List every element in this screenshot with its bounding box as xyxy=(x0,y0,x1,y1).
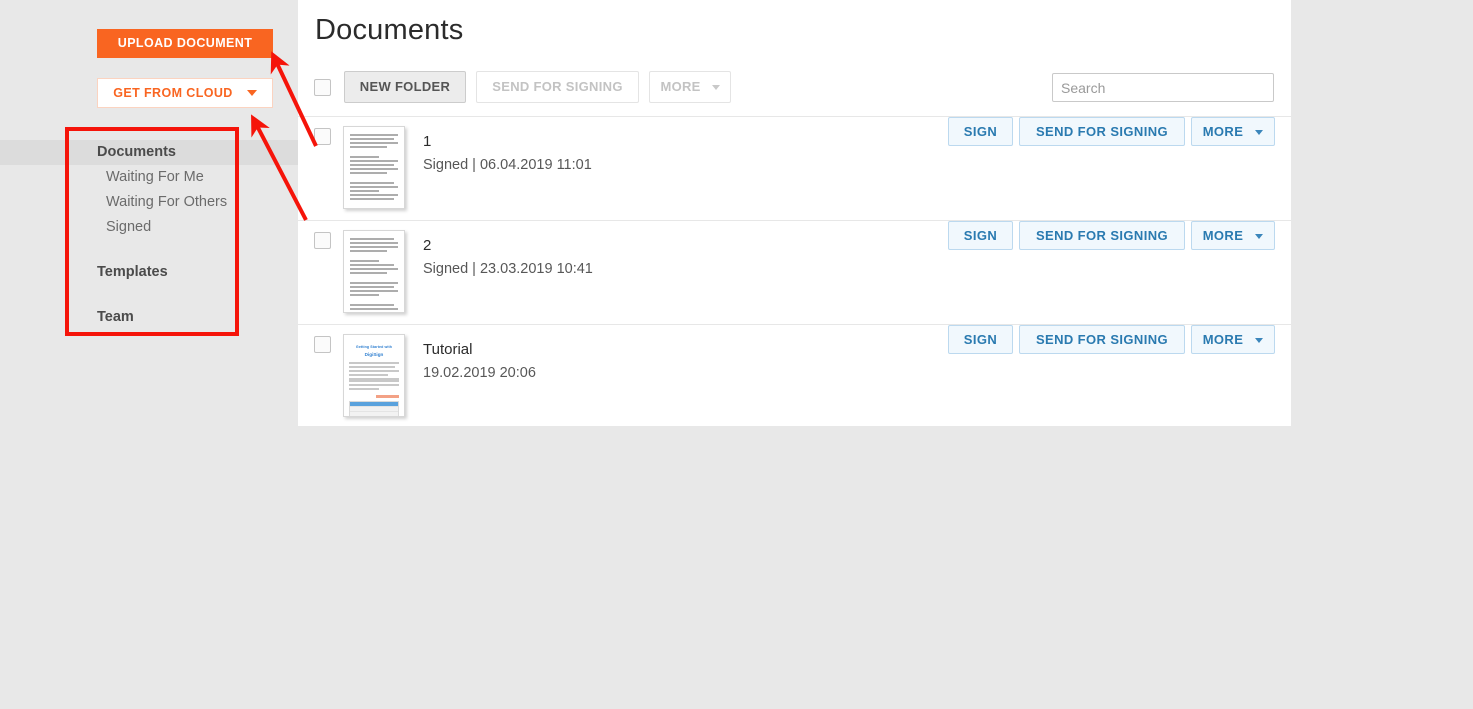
thumbnail-logo-primary: DigiSign xyxy=(365,352,384,357)
sign-button[interactable]: SIGN xyxy=(948,221,1013,250)
get-from-cloud-label: GET FROM CLOUD xyxy=(113,79,232,107)
more-toolbar-button[interactable]: MORE xyxy=(649,71,731,103)
sidebar-item-templates[interactable]: Templates xyxy=(0,260,298,285)
sign-button[interactable]: SIGN xyxy=(948,117,1013,146)
sidebar-item-waiting-for-others[interactable]: Waiting For Others xyxy=(0,190,298,215)
nav-spacer-1 xyxy=(0,240,298,260)
thumbnail-paragraph xyxy=(349,362,399,390)
sidebar-item-signed[interactable]: Signed xyxy=(0,215,298,240)
thumbnail-accent-bar xyxy=(376,395,399,398)
more-label: MORE xyxy=(1203,228,1244,243)
thumbnail-preview xyxy=(344,231,404,313)
document-thumbnail[interactable] xyxy=(343,230,405,313)
table-row: Getting Started with DigiSign Tutorial 1… xyxy=(298,324,1291,429)
more-label: MORE xyxy=(1203,332,1244,347)
row-checkbox[interactable] xyxy=(314,336,331,353)
select-all-checkbox[interactable] xyxy=(314,79,331,96)
thumbnail-logo: DigiSign xyxy=(349,352,399,357)
table-row: 1 Signed | 06.04.2019 11:01 SIGN SEND FO… xyxy=(298,116,1291,221)
more-button[interactable]: MORE xyxy=(1191,325,1275,354)
sidebar-item-waiting-for-me[interactable]: Waiting For Me xyxy=(0,165,298,190)
chevron-down-icon xyxy=(247,90,257,96)
row-checkbox[interactable] xyxy=(314,232,331,249)
thumbnail-preview xyxy=(344,127,404,209)
sidebar-item-team[interactable]: Team xyxy=(0,305,298,330)
thumbnail-table xyxy=(349,401,399,417)
document-thumbnail[interactable]: Getting Started with DigiSign xyxy=(343,334,405,417)
sidebar: UPLOAD DOCUMENT GET FROM CLOUD Documents… xyxy=(0,0,298,709)
sign-button[interactable]: SIGN xyxy=(948,325,1013,354)
more-button[interactable]: MORE xyxy=(1191,117,1275,146)
toolbar: NEW FOLDER SEND FOR SIGNING MORE xyxy=(298,70,1291,116)
send-for-signing-button[interactable]: SEND FOR SIGNING xyxy=(1019,325,1185,354)
document-name[interactable]: 2 xyxy=(423,237,431,254)
thumbnail-preview: Getting Started with DigiSign xyxy=(344,335,404,417)
document-name[interactable]: Tutorial xyxy=(423,341,472,358)
row-checkbox[interactable] xyxy=(314,128,331,145)
chevron-down-icon xyxy=(1255,130,1263,135)
more-button[interactable]: MORE xyxy=(1191,221,1275,250)
send-for-signing-toolbar-label: SEND FOR SIGNING xyxy=(492,79,622,94)
nav-spacer-2 xyxy=(0,285,298,305)
sidebar-nav: Documents Waiting For Me Waiting For Oth… xyxy=(0,140,298,330)
more-label: MORE xyxy=(1203,124,1244,139)
document-thumbnail[interactable] xyxy=(343,126,405,209)
document-meta: 19.02.2019 20:06 xyxy=(423,365,536,381)
new-folder-button[interactable]: NEW FOLDER xyxy=(344,71,466,103)
get-from-cloud-button[interactable]: GET FROM CLOUD xyxy=(97,78,273,108)
page-title: Documents xyxy=(315,14,463,47)
upload-document-button[interactable]: UPLOAD DOCUMENT xyxy=(97,29,273,58)
chevron-down-icon xyxy=(712,85,720,90)
document-meta: Signed | 06.04.2019 11:01 xyxy=(423,157,592,173)
send-for-signing-toolbar-button[interactable]: SEND FOR SIGNING xyxy=(476,71,639,103)
document-meta: Signed | 23.03.2019 10:41 xyxy=(423,261,593,277)
send-for-signing-button[interactable]: SEND FOR SIGNING xyxy=(1019,117,1185,146)
table-row: 2 Signed | 23.03.2019 10:41 SIGN SEND FO… xyxy=(298,220,1291,325)
thumbnail-title: Getting Started with xyxy=(349,344,399,350)
sidebar-item-documents[interactable]: Documents xyxy=(0,140,298,165)
send-for-signing-button[interactable]: SEND FOR SIGNING xyxy=(1019,221,1185,250)
document-name[interactable]: 1 xyxy=(423,133,431,150)
chevron-down-icon xyxy=(1255,338,1263,343)
search-input[interactable] xyxy=(1052,73,1274,102)
chevron-down-icon xyxy=(1255,234,1263,239)
main-content-panel: Documents NEW FOLDER SEND FOR SIGNING MO… xyxy=(298,0,1291,426)
more-toolbar-label: MORE xyxy=(660,79,700,94)
